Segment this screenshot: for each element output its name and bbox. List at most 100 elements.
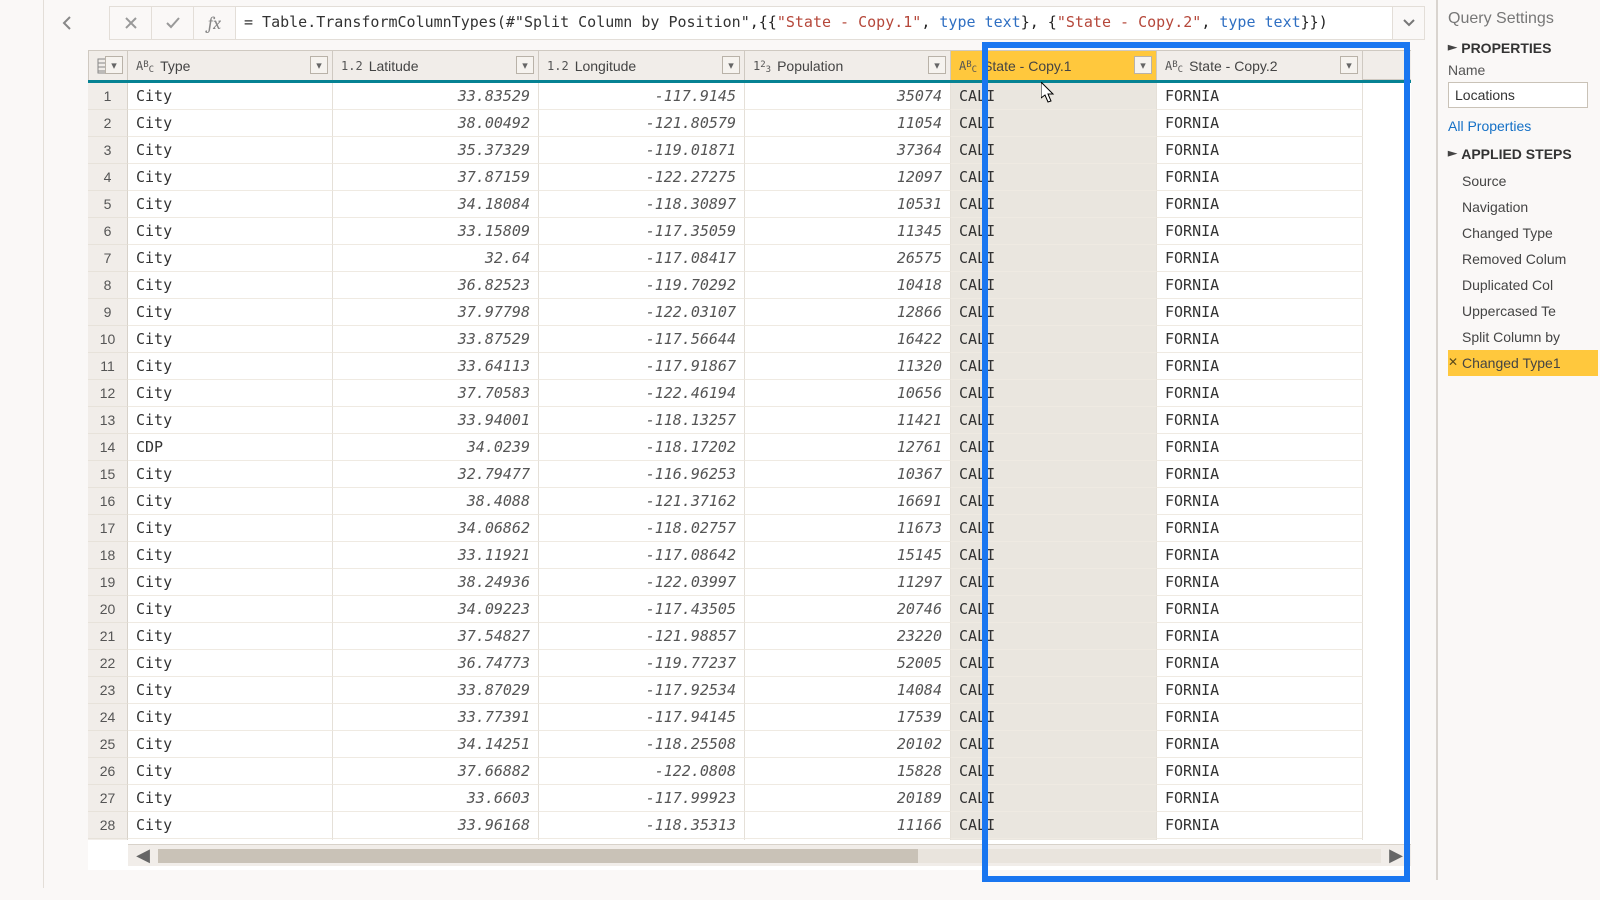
- all-properties-link[interactable]: All Properties: [1448, 118, 1531, 134]
- filter-dropdown-button[interactable]: ▾: [1134, 56, 1152, 74]
- formula-dropdown-button[interactable]: [1393, 6, 1425, 40]
- cell-state-copy-2[interactable]: FORNIA: [1157, 191, 1363, 218]
- cell-longitude[interactable]: -121.80579: [539, 110, 745, 137]
- table-row[interactable]: 7City32.64-117.0841726575CALIFORNIA: [88, 245, 1411, 272]
- cell-state-copy-1[interactable]: CALI: [951, 407, 1157, 434]
- cell-state-copy-1[interactable]: CALI: [951, 650, 1157, 677]
- cell-state-copy-1[interactable]: CALI: [951, 812, 1157, 839]
- cell-type[interactable]: City: [128, 569, 333, 596]
- cell-latitude[interactable]: 33.15809: [333, 218, 539, 245]
- table-row[interactable]: 18City33.11921-117.0864215145CALIFORNIA: [88, 542, 1411, 569]
- cell-latitude[interactable]: 33.66946: [333, 839, 539, 840]
- table-row[interactable]: 1City33.83529-117.914535074CALIFORNIA: [88, 83, 1411, 110]
- cell-population[interactable]: 10367: [745, 461, 951, 488]
- cell-type[interactable]: City: [128, 704, 333, 731]
- row-number[interactable]: 4: [88, 164, 128, 191]
- cell-longitude[interactable]: -117.99923: [539, 785, 745, 812]
- cell-longitude[interactable]: -121.98857: [539, 623, 745, 650]
- column-header-state-copy-1[interactable]: ABC State - Copy.1 ▾: [951, 51, 1157, 81]
- row-number[interactable]: 18: [88, 542, 128, 569]
- cell-state-copy-1[interactable]: CALI: [951, 299, 1157, 326]
- cell-state-copy-1[interactable]: CALI: [951, 677, 1157, 704]
- row-number[interactable]: 10: [88, 326, 128, 353]
- cell-population[interactable]: 20746: [745, 596, 951, 623]
- row-number[interactable]: 20: [88, 596, 128, 623]
- cell-population[interactable]: 11054: [745, 110, 951, 137]
- cell-type[interactable]: City: [128, 137, 333, 164]
- cell-population[interactable]: 11297: [745, 569, 951, 596]
- cell-state-copy-1[interactable]: CALI: [951, 704, 1157, 731]
- row-number[interactable]: 7: [88, 245, 128, 272]
- cell-population[interactable]: 12866: [745, 299, 951, 326]
- row-number[interactable]: 9: [88, 299, 128, 326]
- table-row[interactable]: 26City37.66882-122.080815828CALIFORNIA: [88, 758, 1411, 785]
- table-row[interactable]: 10City33.87529-117.5664416422CALIFORNIA: [88, 326, 1411, 353]
- cell-longitude[interactable]: -119.01871: [539, 137, 745, 164]
- cell-type[interactable]: City: [128, 380, 333, 407]
- table-row[interactable]: 25City34.14251-118.2550820102CALIFORNIA: [88, 731, 1411, 758]
- cell-state-copy-2[interactable]: FORNIA: [1157, 461, 1363, 488]
- cell-type[interactable]: City: [128, 812, 333, 839]
- table-row[interactable]: 4City37.87159-122.2727512097CALIFORNIA: [88, 164, 1411, 191]
- cell-latitude[interactable]: 33.87529: [333, 326, 539, 353]
- scroll-right-button[interactable]: ▶: [1381, 845, 1411, 866]
- cell-population[interactable]: 26575: [745, 245, 951, 272]
- cell-latitude[interactable]: 33.64113: [333, 353, 539, 380]
- cell-population[interactable]: 37364: [745, 137, 951, 164]
- cell-state-copy-1[interactable]: CALI: [951, 569, 1157, 596]
- cell-state-copy-2[interactable]: FORNIA: [1157, 380, 1363, 407]
- cell-state-copy-2[interactable]: FORNIA: [1157, 434, 1363, 461]
- cell-type[interactable]: City: [128, 245, 333, 272]
- applied-step[interactable]: Uppercased Te: [1448, 298, 1598, 324]
- column-header-longitude[interactable]: 1.2 Longitude ▾: [539, 51, 745, 81]
- cell-population[interactable]: 20102: [745, 731, 951, 758]
- row-number[interactable]: 17: [88, 515, 128, 542]
- cell-state-copy-1[interactable]: CALI: [951, 731, 1157, 758]
- cell-population[interactable]: 35074: [745, 83, 951, 110]
- cell-population[interactable]: 11345: [745, 218, 951, 245]
- cell-longitude[interactable]: -119.77237: [539, 650, 745, 677]
- cell-state-copy-1[interactable]: CALI: [951, 110, 1157, 137]
- cell-population[interactable]: 17539: [745, 704, 951, 731]
- cell-type[interactable]: City: [128, 353, 333, 380]
- table-row[interactable]: 3City35.37329-119.0187137364CALIFORNIA: [88, 137, 1411, 164]
- table-row[interactable]: 19City38.24936-122.0399711297CALIFORNIA: [88, 569, 1411, 596]
- row-number[interactable]: 27: [88, 785, 128, 812]
- cell-longitude[interactable]: -117.9145: [539, 83, 745, 110]
- cell-state-copy-2[interactable]: FORNIA: [1157, 137, 1363, 164]
- cell-longitude[interactable]: -117.91867: [539, 353, 745, 380]
- cell-population[interactable]: 12761: [745, 434, 951, 461]
- cell-longitude[interactable]: -117.82311: [539, 839, 745, 840]
- row-number[interactable]: 16: [88, 488, 128, 515]
- cell-longitude[interactable]: -122.27275: [539, 164, 745, 191]
- cell-latitude[interactable]: 34.0239: [333, 434, 539, 461]
- cell-longitude[interactable]: -121.37162: [539, 488, 745, 515]
- cell-type[interactable]: City: [128, 731, 333, 758]
- cell-population[interactable]: 25692: [745, 839, 951, 840]
- cell-population[interactable]: 11166: [745, 812, 951, 839]
- cell-longitude[interactable]: -117.94145: [539, 704, 745, 731]
- cell-state-copy-1[interactable]: CALI: [951, 839, 1157, 840]
- row-number[interactable]: 1: [88, 83, 128, 110]
- column-header-state-copy-2[interactable]: ABC State - Copy.2 ▾: [1157, 51, 1363, 81]
- cell-longitude[interactable]: -117.35059: [539, 218, 745, 245]
- cell-longitude[interactable]: -117.56644: [539, 326, 745, 353]
- cell-type[interactable]: City: [128, 515, 333, 542]
- cell-longitude[interactable]: -118.13257: [539, 407, 745, 434]
- cell-longitude[interactable]: -118.35313: [539, 812, 745, 839]
- table-row[interactable]: 14CDP34.0239-118.1720212761CALIFORNIA: [88, 434, 1411, 461]
- cell-population[interactable]: 11320: [745, 353, 951, 380]
- cancel-formula-button[interactable]: [109, 6, 151, 40]
- cell-type[interactable]: City: [128, 272, 333, 299]
- row-number[interactable]: 13: [88, 407, 128, 434]
- cell-state-copy-2[interactable]: FORNIA: [1157, 515, 1363, 542]
- cell-longitude[interactable]: -117.43505: [539, 596, 745, 623]
- cell-type[interactable]: City: [128, 461, 333, 488]
- cell-population[interactable]: 12097: [745, 164, 951, 191]
- table-row[interactable]: 27City33.6603-117.9992320189CALIFORNIA: [88, 785, 1411, 812]
- cell-state-copy-1[interactable]: CALI: [951, 434, 1157, 461]
- column-header-population[interactable]: 123 Population ▾: [745, 51, 951, 81]
- cell-latitude[interactable]: 34.09223: [333, 596, 539, 623]
- cell-type[interactable]: City: [128, 191, 333, 218]
- cell-state-copy-1[interactable]: CALI: [951, 785, 1157, 812]
